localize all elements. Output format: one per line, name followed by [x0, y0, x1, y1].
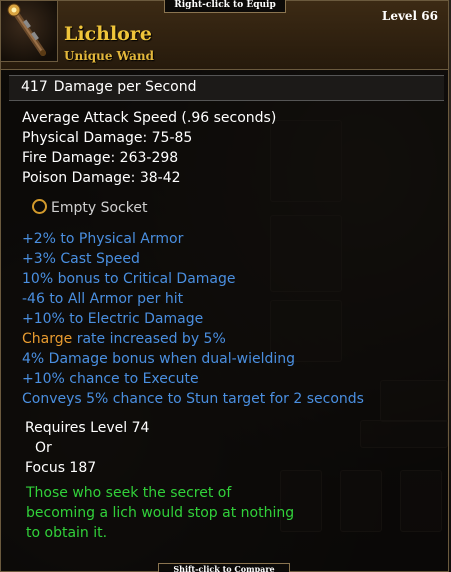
equip-hint: Right-click to Equip [164, 0, 286, 13]
bonus-line: +10% to Electric Damage [22, 311, 204, 327]
dps-value: 417 [21, 79, 48, 95]
item-icon-frame [1, 1, 58, 62]
requirement-or: Or [35, 440, 52, 456]
bonus-line: Conveys 5% chance to Stun target for 2 s… [22, 391, 364, 407]
flavor-text-line: to obtain it. [26, 525, 108, 541]
bonus-line: +3% Cast Speed [22, 251, 140, 267]
physical-damage-stat: Physical Damage: 75-85 [22, 130, 193, 146]
wand-icon [7, 3, 46, 56]
item-rarity-type: Unique Wand [64, 49, 154, 63]
socket-label: Empty Socket [51, 200, 148, 216]
fire-damage-stat: Fire Damage: 263-298 [22, 150, 179, 166]
poison-damage-stat: Poison Damage: 38-42 [22, 170, 181, 186]
charge-bonus-line: Charge rate increased by 5% [22, 330, 226, 348]
attack-speed-stat: Average Attack Speed (.96 seconds) [22, 110, 277, 126]
charge-keyword: Charge [22, 331, 73, 347]
flavor-text-line: Those who seek the secret of [26, 485, 232, 501]
bonus-line: +2% to Physical Armor [22, 231, 184, 247]
required-level: Requires Level 74 [25, 420, 150, 436]
socket-ring-icon [32, 199, 47, 214]
flavor-text-line: becoming a lich would stop at nothing [26, 505, 295, 521]
bonus-line: -46 to All Armor per hit [22, 291, 184, 307]
empty-socket: Empty Socket [32, 199, 147, 216]
item-level: Level 66 [381, 9, 438, 23]
bonus-line: 10% bonus to Critical Damage [22, 271, 236, 287]
bonus-line: 4% Damage bonus when dual-wielding [22, 351, 296, 367]
charge-bonus-text: rate increased by 5% [76, 331, 226, 347]
bonus-line: +10% chance to Execute [22, 371, 199, 387]
item-name: Lichlore [64, 23, 152, 45]
dps-label: Damage per Second [53, 79, 197, 95]
dps-bar: 417 Damage per Second [9, 75, 444, 101]
item-tooltip: Lichlore Unique Wand Level 66 417 Damage … [0, 0, 449, 572]
required-focus: Focus 187 [25, 460, 97, 476]
dps-row: 417 Damage per Second [21, 79, 203, 95]
compare-hint: Shift-click to Compare [158, 563, 290, 572]
